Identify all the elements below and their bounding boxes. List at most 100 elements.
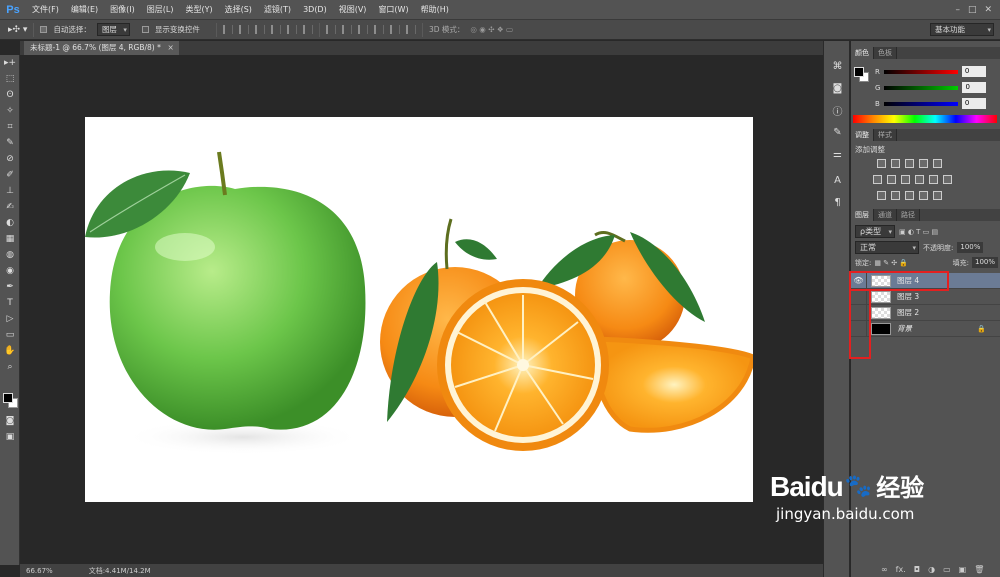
adjustment-layer-icon[interactable]: ◑: [928, 565, 935, 574]
move-tool-icon[interactable]: ▸✣ ▾: [8, 25, 27, 35]
workspace-dropdown[interactable]: 基本功能: [930, 23, 994, 36]
blend-mode-dropdown[interactable]: 正常: [855, 241, 919, 254]
clone-stamp-tool-icon[interactable]: ⊥: [0, 183, 20, 199]
brush-tool-icon[interactable]: ✐: [0, 167, 20, 183]
healing-brush-tool-icon[interactable]: ⊘: [0, 151, 20, 167]
distribute-vcenter-icon[interactable]: [341, 25, 352, 34]
levels-icon[interactable]: [891, 159, 900, 168]
photo-filter-icon[interactable]: [915, 175, 924, 184]
document-tab[interactable]: 未标题-1 @ 66.7% (图层 4, RGB/8) * ×: [24, 41, 179, 55]
dodge-tool-icon[interactable]: ◉: [0, 263, 20, 279]
close-tab-icon[interactable]: ×: [168, 41, 174, 55]
zoom-level[interactable]: 66.67%: [26, 567, 53, 575]
history-panel-icon[interactable]: ⌘: [824, 55, 851, 77]
menu-type[interactable]: 类型(Y): [179, 0, 218, 20]
menu-window[interactable]: 窗口(W): [372, 0, 414, 20]
layer-row-background[interactable]: 背景 🔒: [851, 320, 1000, 337]
quick-mask-icon[interactable]: ◙: [0, 413, 20, 429]
distribute-hcenter-icon[interactable]: [389, 25, 400, 34]
red-value-field[interactable]: 0: [961, 66, 986, 77]
layer-mask-icon[interactable]: ◘: [914, 565, 920, 574]
pen-tool-icon[interactable]: ✒: [0, 279, 20, 295]
tab-adjustments[interactable]: 调整: [851, 129, 874, 141]
fill-field[interactable]: 100%: [972, 257, 998, 268]
character-panel-icon[interactable]: A: [824, 169, 851, 191]
black-white-icon[interactable]: [901, 175, 910, 184]
fg-bg-swatch[interactable]: [854, 67, 870, 83]
eraser-tool-icon[interactable]: ◐: [0, 215, 20, 231]
align-top-icon[interactable]: [222, 25, 233, 34]
distribute-right-icon[interactable]: [405, 25, 416, 34]
fx-icon[interactable]: fx.: [896, 565, 906, 574]
menu-view[interactable]: 视图(V): [333, 0, 373, 20]
vibrance-icon[interactable]: [933, 159, 942, 168]
paragraph-panel-icon[interactable]: ¶: [824, 191, 851, 213]
menu-select[interactable]: 选择(S): [219, 0, 258, 20]
auto-select-dropdown[interactable]: 图层: [96, 23, 130, 36]
distribute-left-icon[interactable]: [373, 25, 384, 34]
trash-icon[interactable]: 🗑: [974, 565, 984, 574]
document-info[interactable]: 文档:4.41M/14.2M: [89, 566, 151, 576]
maximize-icon[interactable]: □: [968, 5, 977, 15]
blue-value-field[interactable]: 0: [961, 98, 986, 109]
tab-paths[interactable]: 路径: [897, 209, 920, 221]
move-tool-icon[interactable]: ▸+: [0, 55, 20, 71]
menu-filter[interactable]: 滤镜(T): [258, 0, 297, 20]
show-transform-checkbox[interactable]: [141, 26, 149, 33]
gradient-tool-icon[interactable]: ▦: [0, 231, 20, 247]
hand-tool-icon[interactable]: ✋: [0, 343, 20, 359]
green-slider[interactable]: [884, 85, 959, 90]
menu-layer[interactable]: 图层(L): [141, 0, 180, 20]
color-balance-icon[interactable]: [887, 175, 896, 184]
tab-channels[interactable]: 通道: [874, 209, 897, 221]
screen-mode-icon[interactable]: ▣: [0, 429, 20, 445]
zoom-tool-icon[interactable]: ⌕: [0, 359, 20, 375]
close-icon[interactable]: ✕: [984, 5, 992, 15]
tab-swatches[interactable]: 色板: [874, 47, 897, 59]
blur-tool-icon[interactable]: ◍: [0, 247, 20, 263]
menu-edit[interactable]: 编辑(E): [65, 0, 104, 20]
align-vcenter-icon[interactable]: [238, 25, 249, 34]
adjust-panel-icon[interactable]: ⚌: [824, 143, 851, 165]
minimize-icon[interactable]: –: [955, 5, 960, 15]
red-slider[interactable]: [883, 69, 958, 74]
type-tool-icon[interactable]: T: [0, 295, 20, 311]
info-panel-icon[interactable]: ⓘ: [824, 99, 851, 121]
shape-tool-icon[interactable]: ▭: [0, 327, 20, 343]
menu-file[interactable]: 文件(F): [26, 0, 65, 20]
curves-icon[interactable]: [905, 159, 914, 168]
opacity-field[interactable]: 100%: [957, 242, 984, 253]
exposure-icon[interactable]: [919, 159, 928, 168]
path-selection-tool-icon[interactable]: ▷: [0, 311, 20, 327]
layer-row-2[interactable]: 图层 2: [851, 304, 1000, 321]
color-lookup-icon[interactable]: [943, 175, 952, 184]
color-spectrum[interactable]: [853, 115, 997, 123]
lock-icons[interactable]: ▦ ✎ ✣ 🔒: [874, 259, 908, 267]
blue-slider[interactable]: [883, 101, 958, 106]
brightness-icon[interactable]: [877, 159, 886, 168]
foreground-color-swatch[interactable]: [3, 393, 13, 403]
threshold-icon[interactable]: [905, 191, 914, 200]
invert-icon[interactable]: [877, 191, 886, 200]
posterize-icon[interactable]: [891, 191, 900, 200]
align-hcenter-icon[interactable]: [286, 25, 297, 34]
selective-color-icon[interactable]: [933, 191, 942, 200]
menu-3d[interactable]: 3D(D): [297, 0, 333, 20]
filter-icons[interactable]: ▣ ◐ T ▭ ▤: [899, 228, 938, 236]
tab-color[interactable]: 颜色: [851, 47, 874, 59]
tab-layers[interactable]: 图层: [851, 209, 874, 221]
eyedropper-tool-icon[interactable]: ✎: [0, 135, 20, 151]
tab-styles[interactable]: 样式: [874, 129, 897, 141]
menu-help[interactable]: 帮助(H): [415, 0, 455, 20]
menu-image[interactable]: 图像(I): [104, 0, 141, 20]
magic-wand-tool-icon[interactable]: ✧: [0, 103, 20, 119]
crop-tool-icon[interactable]: ⌗: [0, 119, 20, 135]
new-layer-icon[interactable]: ▣: [959, 565, 967, 574]
align-bottom-icon[interactable]: [254, 25, 265, 34]
align-right-icon[interactable]: [302, 25, 313, 34]
auto-select-checkbox[interactable]: [40, 26, 48, 33]
green-value-field[interactable]: 0: [962, 82, 987, 93]
layer-filter-dropdown[interactable]: ρ类型: [855, 225, 895, 238]
distribute-bottom-icon[interactable]: [357, 25, 368, 34]
document-canvas[interactable]: [85, 117, 753, 502]
